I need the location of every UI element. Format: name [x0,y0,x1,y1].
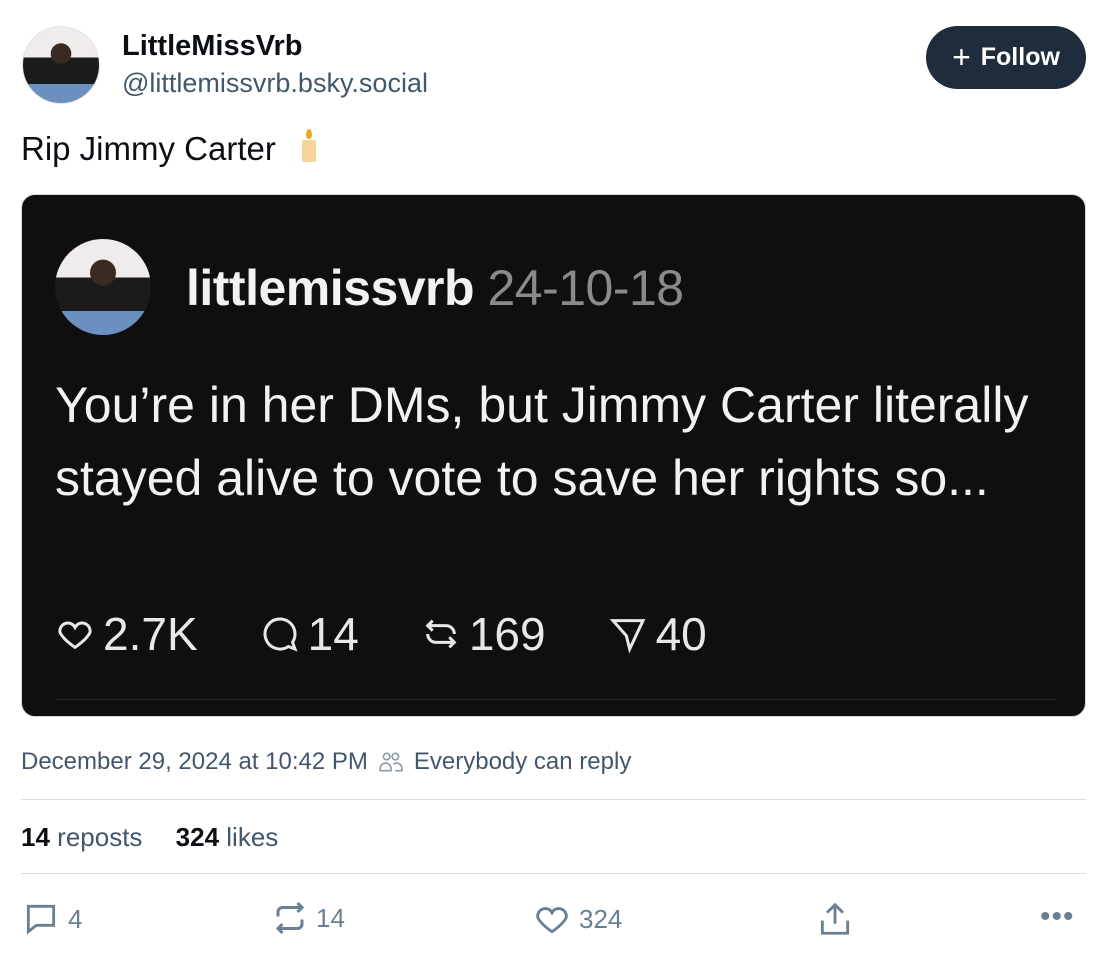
like-button[interactable]: 324 [533,900,622,938]
repost-icon [425,619,457,649]
embedded-image[interactable]: littlemissvrb 24-10-18 You’re in her DMs… [21,194,1086,717]
heart-icon [58,621,92,650]
embed-avatar [55,239,151,335]
like-count: 324 [579,903,623,934]
reposts-label: reposts [57,822,143,852]
plus-icon: + [952,39,971,75]
repost-button[interactable]: 14 [272,900,345,936]
reposts-count: 14 [21,822,50,852]
divider [21,873,1086,874]
likes-count: 324 [175,822,220,852]
embed-shares: 40 [655,608,707,660]
embed-body: You’re in her DMs, but Jimmy Carter lite… [55,377,1029,506]
embed-likes: 2.7K [103,608,198,660]
embed-stats: 2.7K 14 169 40 [55,607,769,661]
author-handle[interactable]: @littlemissvrb.bsky.social [122,68,428,99]
reply-icon [26,904,56,935]
people-icon [379,752,403,772]
avatar[interactable] [22,26,100,104]
repost-icon [275,901,305,935]
post-meta: December 29, 2024 at 10:42 PM Everybody … [21,748,631,776]
heart-icon [536,907,568,934]
follow-label: Follow [980,43,1060,71]
embed-username: littlemissvrb [186,260,475,316]
share-button[interactable] [816,900,854,938]
embed-comments: 14 [307,608,359,660]
embed-divider [55,699,1055,700]
engagement-counts: 14 reposts 324 likes [21,822,278,853]
author-name[interactable]: LittleMissVrb [122,30,303,63]
embed-reposts: 169 [468,608,546,660]
ellipsis-icon: ••• [1040,900,1075,933]
reply-count: 4 [68,903,83,934]
post-text-content: Rip Jimmy Carter [21,130,276,167]
embed-header: littlemissvrb 24-10-18 [186,259,684,317]
send-icon [609,619,645,654]
likes-count-link[interactable]: 324 likes [176,822,279,852]
post-text: Rip Jimmy Carter [21,129,316,168]
reply-button[interactable]: 4 [22,900,82,938]
repost-count: 14 [316,902,345,933]
divider [21,799,1086,800]
likes-label: likes [226,822,279,852]
reposts-count-link[interactable]: 14 reposts [21,822,142,852]
embed-date: 24-10-18 [487,260,684,316]
candle-icon [301,129,316,162]
reply-setting: Everybody can reply [413,748,632,775]
comment-icon [263,617,298,652]
share-icon [820,902,850,935]
more-options-button[interactable]: ••• [1040,900,1075,934]
follow-button[interactable]: + Follow [926,26,1086,89]
timestamp[interactable]: December 29, 2024 at 10:42 PM [21,748,368,776]
